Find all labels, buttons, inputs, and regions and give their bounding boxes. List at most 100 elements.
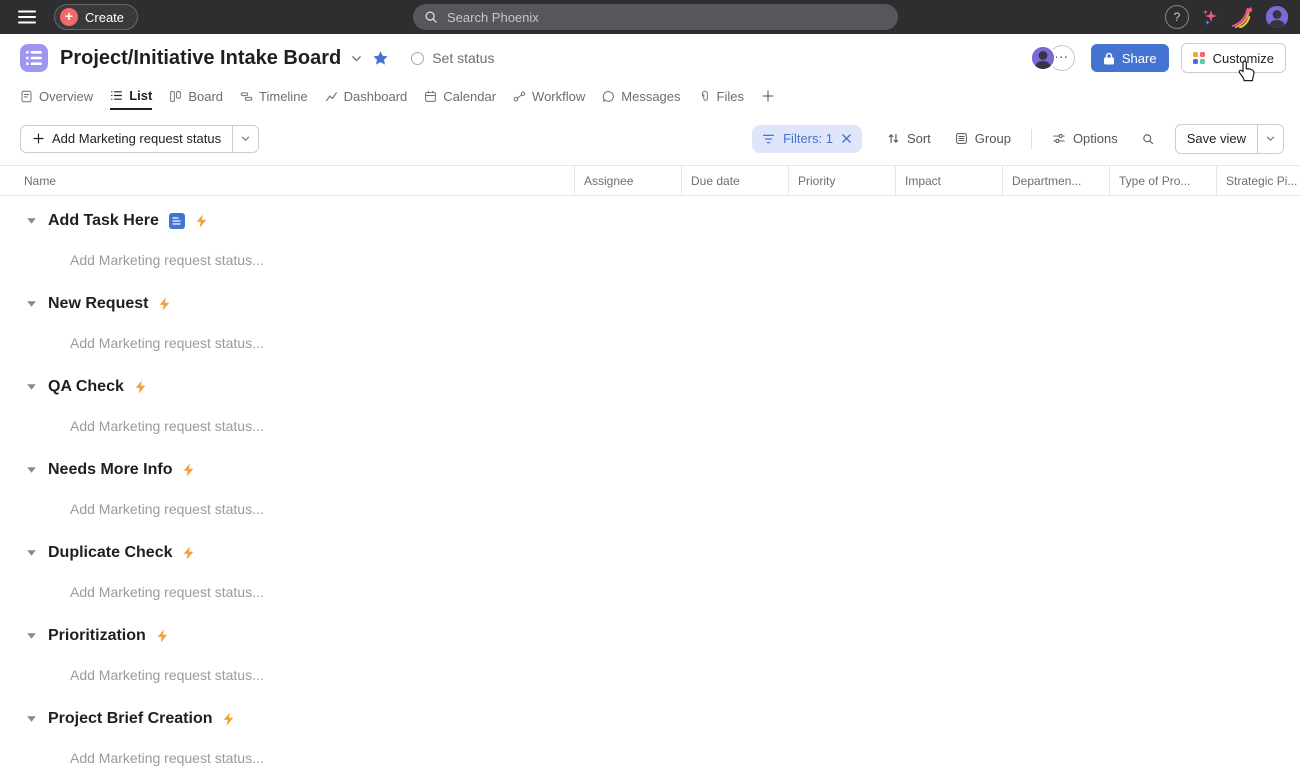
board-icon — [169, 90, 182, 103]
share-button[interactable]: Share — [1091, 44, 1169, 72]
add-task-row[interactable]: Add Marketing request status... — [0, 745, 1300, 771]
collapse-caret-icon[interactable] — [24, 632, 38, 640]
avatar-image — [1032, 47, 1054, 69]
tab-timeline[interactable]: Timeline — [240, 82, 308, 110]
automation-bolt-icon[interactable] — [182, 546, 195, 560]
ai-sparkles-button[interactable] — [1200, 7, 1220, 27]
add-status-button[interactable]: Add Marketing request status — [21, 126, 232, 152]
column-header-department[interactable]: Departmen... — [1002, 166, 1109, 195]
project-brief-doc-icon[interactable] — [169, 213, 185, 229]
paperclip-icon — [698, 90, 711, 103]
star-icon — [372, 50, 389, 67]
tab-label: List — [129, 88, 152, 103]
overview-icon — [20, 90, 33, 103]
automation-bolt-icon[interactable] — [195, 214, 208, 228]
toolbar-divider — [1031, 129, 1032, 149]
add-task-row[interactable]: Add Marketing request status... — [0, 330, 1300, 356]
collapse-caret-icon[interactable] — [24, 466, 38, 474]
group-button[interactable]: Group — [946, 125, 1020, 153]
automation-bolt-icon[interactable] — [222, 712, 235, 726]
toolbar-right-cluster: Filters: 1 Sort Group — [752, 124, 1284, 154]
set-status-button[interactable]: Set status — [411, 50, 494, 66]
section-title[interactable]: Needs More Info — [48, 461, 172, 479]
section-title[interactable]: Add Task Here — [48, 212, 159, 230]
search-tasks-button[interactable] — [1133, 125, 1163, 153]
favorite-star-button[interactable] — [372, 50, 389, 67]
add-tab-button[interactable] — [761, 82, 775, 110]
clear-filter-icon[interactable] — [841, 133, 852, 144]
column-header-strategic-pillar[interactable]: Strategic Pi... — [1216, 166, 1300, 195]
automation-bolt-icon[interactable] — [182, 463, 195, 477]
tab-dashboard[interactable]: Dashboard — [325, 82, 408, 110]
filters-pill[interactable]: Filters: 1 — [752, 125, 862, 153]
section-title[interactable]: New Request — [48, 295, 148, 313]
help-button[interactable]: ? — [1165, 5, 1189, 29]
collapse-caret-icon[interactable] — [24, 715, 38, 723]
group-icon — [955, 132, 968, 145]
sort-button[interactable]: Sort — [878, 125, 940, 153]
sparkles-icon — [1200, 7, 1220, 27]
collapse-caret-icon[interactable] — [24, 300, 38, 308]
table-header: Name Assignee Due date Priority Impact D… — [0, 165, 1300, 196]
add-task-row[interactable]: Add Marketing request status... — [0, 413, 1300, 439]
project-menu-chevron-button[interactable] — [350, 52, 363, 65]
tab-workflow[interactable]: Workflow — [513, 82, 585, 110]
column-header-assignee[interactable]: Assignee — [574, 166, 681, 195]
section-qa-check: QA Check Add Marketing request status... — [0, 362, 1300, 445]
topbar: + Create ? — [0, 0, 1300, 34]
tab-label: Messages — [621, 89, 680, 104]
column-header-impact[interactable]: Impact — [895, 166, 1002, 195]
automation-bolt-icon[interactable] — [156, 629, 169, 643]
add-task-row[interactable]: Add Marketing request status... — [0, 496, 1300, 522]
add-task-row[interactable]: Add Marketing request status... — [0, 247, 1300, 273]
global-search-input[interactable] — [445, 9, 887, 26]
member-avatar[interactable] — [1030, 45, 1056, 71]
section-title[interactable]: Project Brief Creation — [48, 710, 212, 728]
section-title[interactable]: Duplicate Check — [48, 544, 172, 562]
collapse-caret-icon[interactable] — [24, 383, 38, 391]
section-title[interactable]: QA Check — [48, 378, 124, 396]
collapse-caret-icon[interactable] — [24, 549, 38, 557]
plus-icon — [32, 132, 45, 145]
section-header: Prioritization — [0, 623, 1300, 649]
collapse-caret-icon[interactable] — [24, 217, 38, 225]
share-button-label: Share — [1122, 51, 1157, 66]
column-header-priority[interactable]: Priority — [788, 166, 895, 195]
tab-messages[interactable]: Messages — [602, 82, 680, 110]
column-header-name[interactable]: Name — [0, 166, 574, 195]
tab-board[interactable]: Board — [169, 82, 223, 110]
list-icon — [110, 89, 123, 102]
automation-bolt-icon[interactable] — [134, 380, 147, 394]
search-icon — [424, 10, 438, 24]
column-header-type-of-project[interactable]: Type of Pro... — [1109, 166, 1216, 195]
customize-button[interactable]: Customize — [1181, 43, 1286, 73]
sort-label: Sort — [907, 131, 931, 146]
avatar-image — [1266, 6, 1288, 28]
section-header: Duplicate Check — [0, 540, 1300, 566]
automation-bolt-icon[interactable] — [158, 297, 171, 311]
user-avatar[interactable] — [1266, 6, 1288, 28]
section-title[interactable]: Prioritization — [48, 627, 146, 645]
global-search[interactable] — [413, 4, 898, 30]
add-task-row[interactable]: Add Marketing request status... — [0, 662, 1300, 688]
add-task-row[interactable]: Add Marketing request status... — [0, 579, 1300, 605]
tab-overview[interactable]: Overview — [20, 82, 93, 110]
plus-circle-icon: + — [60, 8, 78, 26]
tab-files[interactable]: Files — [698, 82, 744, 110]
tab-calendar[interactable]: Calendar — [424, 82, 496, 110]
tab-label: Overview — [39, 89, 93, 104]
add-status-dropdown-button[interactable] — [232, 126, 258, 152]
customize-icon — [1193, 52, 1205, 64]
add-status-split-button: Add Marketing request status — [20, 125, 259, 153]
column-header-due-date[interactable]: Due date — [681, 166, 788, 195]
tab-list[interactable]: List — [110, 82, 152, 110]
hamburger-menu-button[interactable] — [14, 4, 40, 30]
chevron-down-icon — [350, 52, 363, 65]
page-title: Project/Initiative Intake Board — [60, 47, 341, 70]
save-view-dropdown-button[interactable] — [1257, 125, 1283, 153]
customize-button-label: Customize — [1213, 51, 1274, 66]
save-view-button[interactable]: Save view — [1176, 125, 1257, 153]
topbar-right-cluster: ? — [1165, 5, 1288, 29]
create-button[interactable]: + Create — [54, 4, 138, 30]
options-button[interactable]: Options — [1043, 125, 1127, 153]
